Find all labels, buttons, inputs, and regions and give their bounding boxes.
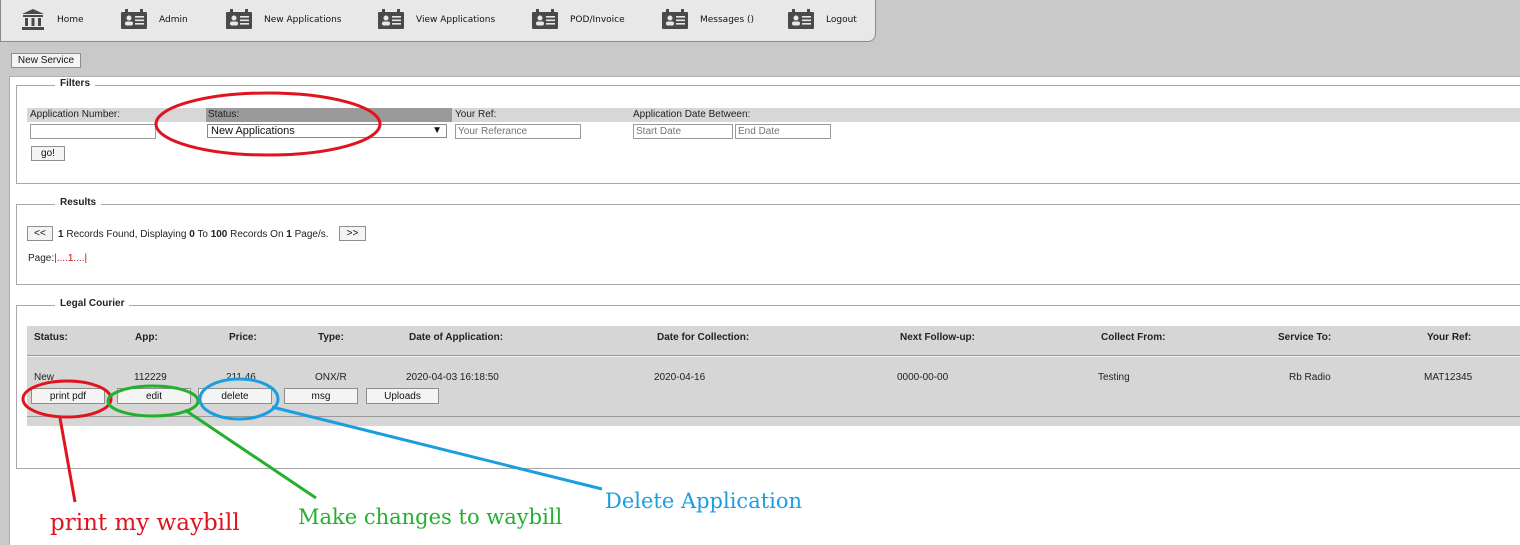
- table-cell-date-for-collection: 2020-04-16: [654, 372, 706, 383]
- next-page-button[interactable]: >>: [339, 226, 366, 241]
- new-service-button[interactable]: New Service: [11, 53, 81, 68]
- id-card-icon: [378, 8, 404, 32]
- nav-messages-label: Messages (): [700, 15, 755, 25]
- table-cell-price: 211.46: [226, 372, 256, 383]
- status-header-highlight: [206, 108, 452, 122]
- edit-button[interactable]: edit: [117, 388, 191, 404]
- annotation-delete-label: Delete Application: [605, 489, 803, 513]
- status-select[interactable]: New Applications ▼: [207, 124, 447, 138]
- start-date-input[interactable]: [633, 124, 733, 139]
- column-header: Status:: [34, 332, 68, 343]
- nav-view-applications-label: View Applications: [416, 15, 496, 25]
- column-header: Your Ref:: [1427, 332, 1472, 343]
- column-header: Type:: [318, 332, 344, 343]
- table-cell-type: ONX/R: [315, 372, 347, 383]
- application-number-input[interactable]: [30, 124, 156, 139]
- nav-admin[interactable]: Admin: [121, 8, 188, 32]
- filters-fieldset: Filters Application Number: Status: Your…: [16, 78, 1520, 184]
- nav-home[interactable]: Home: [21, 8, 84, 32]
- uploads-button[interactable]: Uploads: [366, 388, 439, 404]
- table-cell-status: New: [34, 372, 55, 383]
- dropdown-arrow-icon: ▼: [432, 125, 442, 136]
- annotation-print-label: print my waybill: [50, 510, 240, 536]
- your-ref-input[interactable]: [455, 124, 581, 139]
- nav-messages[interactable]: Messages (): [662, 8, 754, 32]
- table-cell-service-to: Rb Radio: [1289, 372, 1331, 383]
- records-summary: 1 Records Found, Displaying 0 To 100 Rec…: [58, 229, 329, 240]
- table-cell-collect-from: Testing: [1098, 372, 1130, 383]
- nav-home-label: Home: [57, 15, 84, 25]
- header-divider: [27, 356, 1520, 357]
- msg-button[interactable]: msg: [284, 388, 358, 404]
- nav-pod-invoice[interactable]: POD/Invoice: [532, 8, 625, 32]
- your-ref-label: Your Ref:: [455, 109, 497, 120]
- nav-new-applications-label: New Applications: [264, 15, 342, 25]
- previous-page-button[interactable]: <<: [27, 226, 53, 241]
- column-header: App:: [135, 332, 158, 343]
- column-header: Service To:: [1278, 332, 1332, 343]
- column-header: Date of Application:: [409, 332, 504, 343]
- application-date-label: Application Date Between:: [633, 109, 751, 120]
- table-cell-your-ref: MAT12345: [1424, 372, 1473, 383]
- table-cell-date-of-application: 2020-04-03 16:18:50: [406, 372, 499, 383]
- page-navigation: Page:|....1....|: [28, 253, 88, 264]
- status-label: Status:: [208, 109, 240, 120]
- legal-courier-fieldset: Legal Courier Status: App: Price: Type: …: [16, 298, 1520, 469]
- id-card-icon: [788, 8, 814, 32]
- delete-button[interactable]: delete: [198, 388, 272, 404]
- main-panel: Filters Application Number: Status: Your…: [9, 76, 1520, 545]
- row-divider: [27, 416, 1520, 417]
- id-card-icon: [226, 8, 252, 32]
- table-cell-app: 112229: [134, 372, 167, 383]
- nav-view-applications[interactable]: View Applications: [378, 8, 495, 32]
- bank-icon: [21, 8, 45, 33]
- table-cell-next-follow-up: 0000-00-00: [897, 372, 949, 383]
- end-date-input[interactable]: [735, 124, 831, 139]
- legal-courier-legend: Legal Courier: [55, 298, 130, 309]
- results-fieldset: Results << 1 Records Found, Displaying 0…: [16, 197, 1520, 285]
- id-card-icon: [121, 8, 147, 32]
- nav-logout[interactable]: Logout: [788, 8, 857, 32]
- id-card-icon: [532, 8, 558, 32]
- annotation-edit-label: Make changes to waybill: [298, 505, 563, 529]
- print-pdf-button[interactable]: print pdf: [31, 388, 105, 404]
- nav-admin-label: Admin: [159, 15, 188, 25]
- page-link[interactable]: |....1....|: [54, 253, 87, 264]
- filters-legend: Filters: [55, 78, 96, 89]
- applications-table: Status: App: Price: Type: Date of Applic…: [27, 326, 1520, 426]
- column-header: Price:: [229, 332, 257, 343]
- nav-logout-label: Logout: [826, 15, 857, 25]
- go-button[interactable]: go!: [31, 146, 65, 161]
- nav-new-applications[interactable]: New Applications: [226, 8, 341, 32]
- id-card-icon: [662, 8, 688, 32]
- column-header: Next Follow-up:: [900, 332, 975, 343]
- column-header: Collect From:: [1101, 332, 1166, 343]
- nav-pod-invoice-label: POD/Invoice: [570, 15, 625, 25]
- application-number-label: Application Number:: [30, 109, 121, 120]
- top-navigation: Home Admin New Applications View Applica…: [0, 0, 876, 42]
- status-select-value: New Applications: [211, 125, 295, 137]
- results-legend: Results: [55, 197, 102, 208]
- column-header: Date for Collection:: [657, 332, 750, 343]
